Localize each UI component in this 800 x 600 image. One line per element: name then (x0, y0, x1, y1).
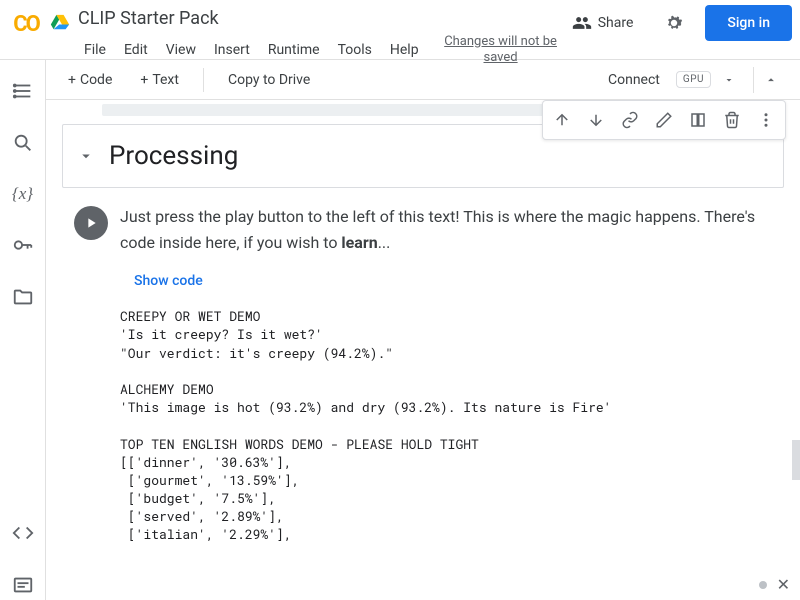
connect-dropdown[interactable] (717, 68, 741, 92)
settings-button[interactable] (655, 4, 693, 42)
close-button[interactable]: ✕ (777, 575, 790, 594)
cell-more-button[interactable] (749, 103, 783, 137)
link-icon (621, 111, 639, 129)
section-title: Processing (109, 141, 238, 171)
copy-to-drive-button[interactable]: Copy to Drive (218, 66, 320, 94)
pencil-icon (655, 111, 673, 129)
chevron-down-icon (723, 74, 735, 86)
delete-cell-button[interactable] (715, 103, 749, 137)
search-icon[interactable] (8, 128, 38, 158)
menu-insert[interactable]: Insert (206, 38, 258, 62)
cell-output: CREEPY OR WET DEMO 'Is it creepy? Is it … (120, 307, 784, 543)
chevron-up-icon (764, 73, 778, 87)
menu-file[interactable]: File (76, 38, 114, 62)
status-dot (759, 581, 767, 589)
drive-icon (50, 12, 70, 32)
mirror-icon (689, 111, 707, 129)
edit-cell-button[interactable] (647, 103, 681, 137)
chevron-down-icon (77, 147, 95, 165)
menu-edit[interactable]: Edit (116, 38, 156, 62)
move-down-button[interactable] (579, 103, 613, 137)
variables-icon[interactable]: {x} (8, 180, 37, 208)
plus-icon: + (68, 72, 76, 88)
gpu-chip[interactable]: GPU (676, 71, 711, 88)
scrollbar-thumb[interactable] (792, 440, 800, 480)
terminal-icon[interactable] (8, 570, 38, 600)
cell-description: Just press the play button to the left o… (120, 204, 784, 255)
mirror-cell-button[interactable] (681, 103, 715, 137)
add-code-button[interactable]: +Code (58, 66, 122, 94)
connect-button[interactable]: Connect (598, 66, 670, 94)
menu-runtime[interactable]: Runtime (260, 38, 328, 62)
plus-icon: + (140, 72, 148, 88)
menu-help[interactable]: Help (382, 38, 427, 62)
run-cell-button[interactable] (74, 206, 108, 240)
trash-icon (723, 111, 741, 129)
more-vert-icon (757, 111, 775, 129)
document-title[interactable]: CLIP Starter Pack (76, 8, 219, 29)
cell-toolbar (542, 100, 786, 140)
show-code-button[interactable]: Show code (134, 273, 203, 289)
section-collapse-button[interactable] (77, 147, 95, 165)
arrow-down-icon (587, 111, 605, 129)
notebook-content: Processing Just press the play button to… (46, 100, 800, 600)
share-label: Share (598, 15, 634, 31)
arrow-up-icon (553, 111, 571, 129)
move-up-button[interactable] (545, 103, 579, 137)
code-cell: Just press the play button to the left o… (54, 204, 792, 554)
divider (203, 68, 204, 92)
toc-icon[interactable] (8, 76, 38, 106)
add-text-button[interactable]: +Text (130, 66, 189, 94)
colab-logo: CO (10, 8, 42, 40)
share-button[interactable]: Share (562, 7, 644, 39)
secrets-icon[interactable] (8, 230, 38, 260)
gear-icon (663, 12, 685, 34)
left-rail: {x} (0, 60, 46, 600)
files-icon[interactable] (8, 282, 38, 312)
signin-button[interactable]: Sign in (705, 5, 792, 41)
play-icon (83, 215, 99, 231)
footer-status: ✕ (759, 575, 790, 594)
link-cell-button[interactable] (613, 103, 647, 137)
collapse-toolbar-button[interactable] (753, 67, 788, 93)
notebook-toolbar: +Code +Text Copy to Drive Connect GPU (46, 60, 800, 100)
people-icon (572, 13, 592, 33)
code-snippets-icon[interactable] (8, 518, 38, 548)
menu-tools[interactable]: Tools (330, 38, 380, 62)
menu-view[interactable]: View (158, 38, 204, 62)
